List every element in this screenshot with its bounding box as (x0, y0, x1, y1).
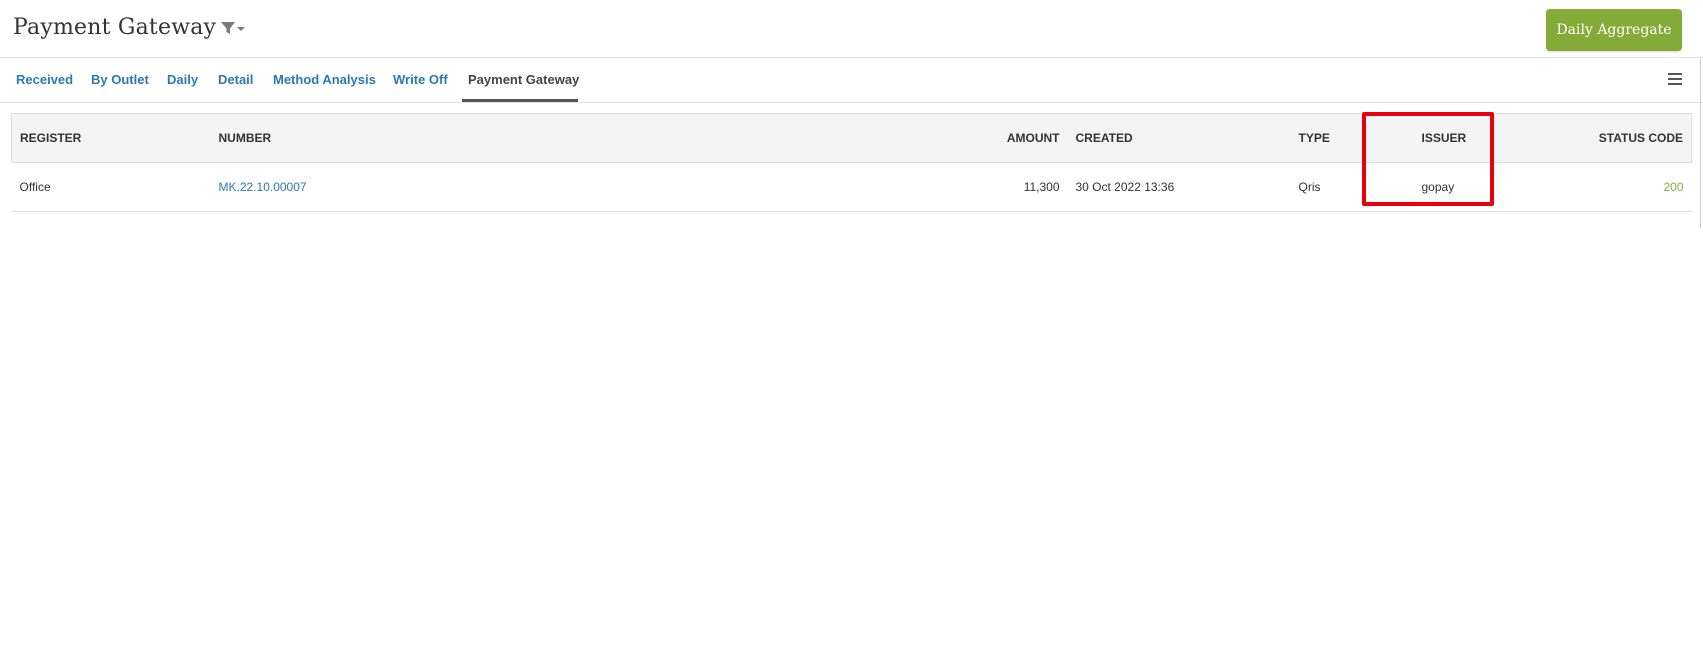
amount-cell: 11,300 (824, 162, 1068, 212)
number-cell: MK.22.10.00007 (210, 162, 825, 212)
page-header: Payment Gateway Daily Aggregate (0, 0, 1703, 58)
tab-detail[interactable]: Detail (212, 58, 259, 102)
page: Payment Gateway Daily Aggregate Received… (0, 0, 1703, 648)
column-header-status-code[interactable]: STATUS CODE (1512, 113, 1692, 163)
tab-payment-gateway[interactable]: Payment Gateway (462, 58, 579, 102)
tab-received[interactable]: Received (10, 58, 79, 102)
tab-method-analysis[interactable]: Method Analysis (267, 58, 382, 102)
tab-write-off[interactable]: Write Off (387, 58, 454, 102)
daily-aggregate-button[interactable]: Daily Aggregate (1546, 9, 1682, 51)
tab-by-outlet[interactable]: By Outlet (85, 58, 155, 102)
caret-down-icon (237, 27, 245, 31)
table-row: Office MK.22.10.00007 11,300 30 Oct 2022… (11, 162, 1692, 212)
report-tabs: Received By Outlet Daily Detail Method A… (0, 58, 1703, 103)
column-header-type[interactable]: TYPE (1290, 113, 1373, 163)
transaction-number-link[interactable]: MK.22.10.00007 (219, 180, 307, 194)
register-cell: Office (11, 162, 211, 212)
scrollbar-edge (1700, 58, 1701, 228)
column-header-created[interactable]: CREATED (1067, 113, 1291, 163)
column-header-register[interactable]: REGISTER (11, 113, 211, 163)
issuer-cell: gopay (1372, 162, 1513, 212)
filter-dropdown-toggle[interactable] (220, 20, 248, 38)
payment-gateway-table: REGISTER NUMBER AMOUNT CREATED TYPE ISSU… (11, 113, 1692, 212)
column-header-issuer[interactable]: ISSUER (1372, 113, 1513, 163)
status-code-cell: 200 (1512, 162, 1692, 212)
column-header-amount[interactable]: AMOUNT (824, 113, 1068, 163)
tab-daily[interactable]: Daily (161, 58, 204, 102)
hamburger-menu-icon[interactable] (1666, 71, 1684, 87)
page-title: Payment Gateway (13, 15, 217, 40)
created-cell: 30 Oct 2022 13:36 (1067, 162, 1291, 212)
type-cell: Qris (1290, 162, 1373, 212)
table-header-row: REGISTER NUMBER AMOUNT CREATED TYPE ISSU… (11, 113, 1692, 163)
filter-icon (221, 22, 245, 34)
column-header-number[interactable]: NUMBER (210, 113, 825, 163)
